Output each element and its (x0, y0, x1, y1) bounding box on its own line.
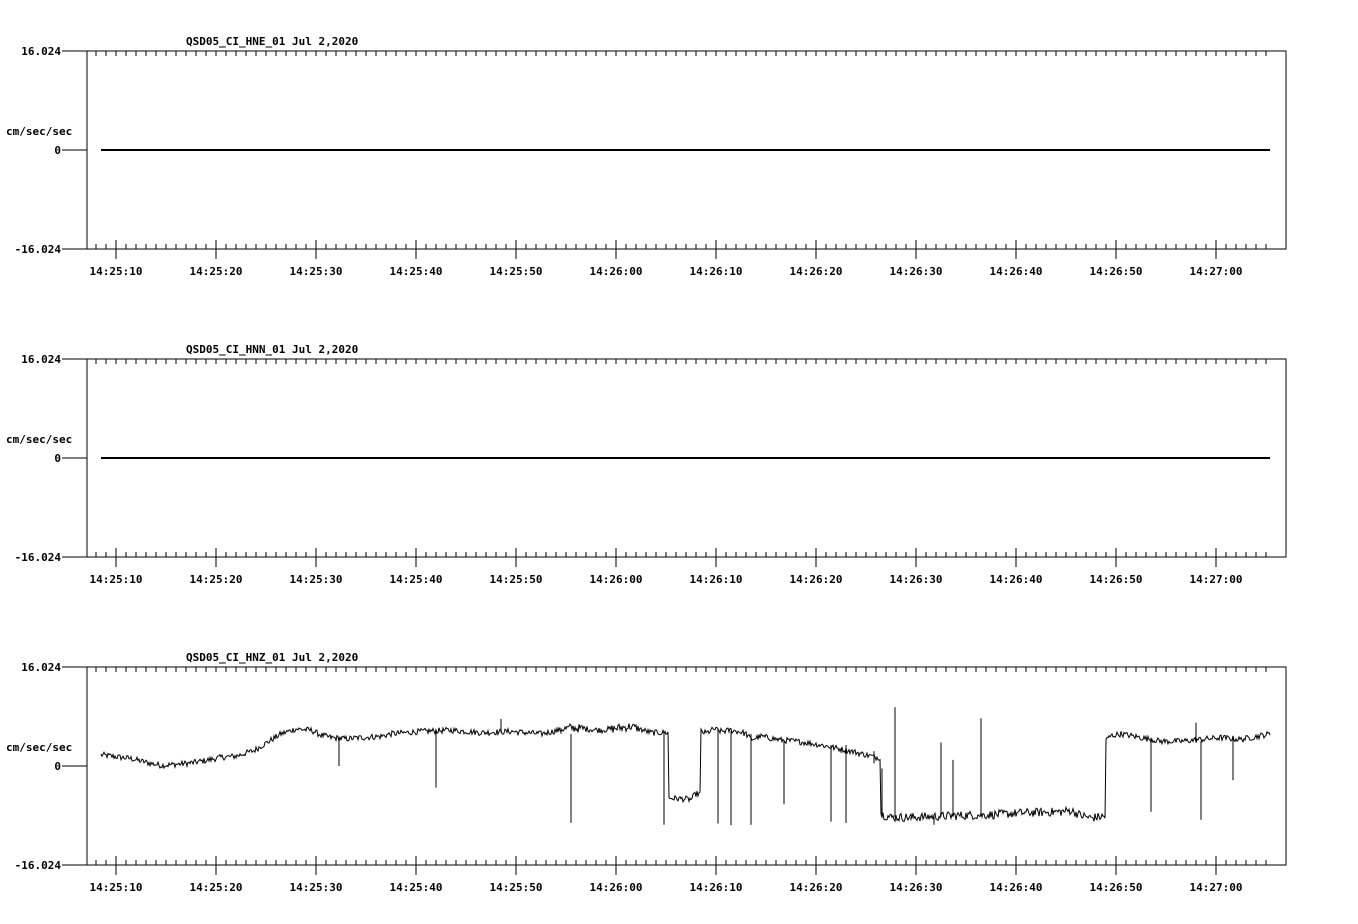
x-tick-label: 14:26:40 (990, 573, 1043, 586)
x-tick-label: 14:26:00 (590, 573, 643, 586)
x-tick-label: 14:26:50 (1090, 265, 1143, 278)
chart-panel-3: QSD05_CI_HNZ_01 Jul 2,2020 cm/sec/sec 16.0… (6, 651, 1287, 894)
y-tick-label: 0 (54, 760, 61, 773)
x-tick-label: 14:25:20 (190, 573, 243, 586)
x-tick-label: 14:26:30 (890, 881, 943, 894)
x-tick-label: 14:26:40 (990, 881, 1043, 894)
trace-line (100, 723, 1271, 823)
chart-panel-2: QSD05_CI_HNN_01 Jul 2,2020 cm/sec/sec 16.0… (6, 343, 1287, 586)
x-tick-label: 14:26:40 (990, 265, 1043, 278)
x-tick-label: 14:26:30 (890, 265, 943, 278)
x-tick-label: 14:25:20 (190, 265, 243, 278)
x-tick-label: 14:27:00 (1190, 265, 1243, 278)
y-tick-label: 0 (54, 452, 61, 465)
x-tick-label: 14:26:20 (790, 265, 843, 278)
x-tick-label: 14:25:10 (90, 265, 143, 278)
y-tick-label: -16.024 (15, 551, 62, 564)
y-tick-label: 16.024 (21, 353, 61, 366)
x-tick-label: 14:26:10 (690, 881, 743, 894)
y-tick-label: 16.024 (21, 45, 61, 58)
x-tick-label: 14:27:00 (1190, 881, 1243, 894)
x-tick-label: 14:25:50 (490, 265, 543, 278)
x-tick-label: 14:26:00 (590, 881, 643, 894)
chart-title: QSD05_CI_HNE_01 Jul 2,2020 (186, 35, 358, 48)
x-tick-label: 14:26:10 (690, 573, 743, 586)
x-tick-label: 14:25:10 (90, 573, 143, 586)
y-axis-label: cm/sec/sec (6, 125, 72, 138)
x-tick-label: 14:25:40 (390, 881, 443, 894)
chart-title: QSD05_CI_HNN_01 Jul 2,2020 (186, 343, 358, 356)
x-tick-label: 14:25:20 (190, 881, 243, 894)
x-tick-label: 14:25:10 (90, 881, 143, 894)
x-tick-label: 14:27:00 (1190, 573, 1243, 586)
chart-title: QSD05_CI_HNZ_01 Jul 2,2020 (186, 651, 358, 664)
x-tick-label: 14:26:20 (790, 881, 843, 894)
x-tick-label: 14:25:30 (290, 573, 343, 586)
x-tick-label: 14:26:20 (790, 573, 843, 586)
x-tick-label: 14:25:40 (390, 265, 443, 278)
y-tick-label: 0 (54, 144, 61, 157)
x-tick-label: 14:26:00 (590, 265, 643, 278)
x-tick-label: 14:26:30 (890, 573, 943, 586)
x-tick-label: 14:25:40 (390, 573, 443, 586)
x-tick-label: 14:25:50 (490, 881, 543, 894)
y-tick-label: -16.024 (15, 859, 62, 872)
y-axis-label: cm/sec/sec (6, 433, 72, 446)
y-tick-label: 16.024 (21, 661, 61, 674)
x-tick-label: 14:26:50 (1090, 881, 1143, 894)
x-tick-label: 14:26:50 (1090, 573, 1143, 586)
x-tick-label: 14:25:30 (290, 881, 343, 894)
x-tick-label: 14:26:10 (690, 265, 743, 278)
x-tick-label: 14:25:30 (290, 265, 343, 278)
y-axis-label: cm/sec/sec (6, 741, 72, 754)
chart-panel-1: QSD05_CI_HNE_01 Jul 2,2020 cm/sec/sec 16.0… (6, 35, 1287, 278)
x-tick-label: 14:25:50 (490, 573, 543, 586)
seismogram-figure: QSD05_CI_HNE_01 Jul 2,2020 cm/sec/sec 16.0… (6, 35, 1287, 894)
y-tick-label: -16.024 (15, 243, 62, 256)
